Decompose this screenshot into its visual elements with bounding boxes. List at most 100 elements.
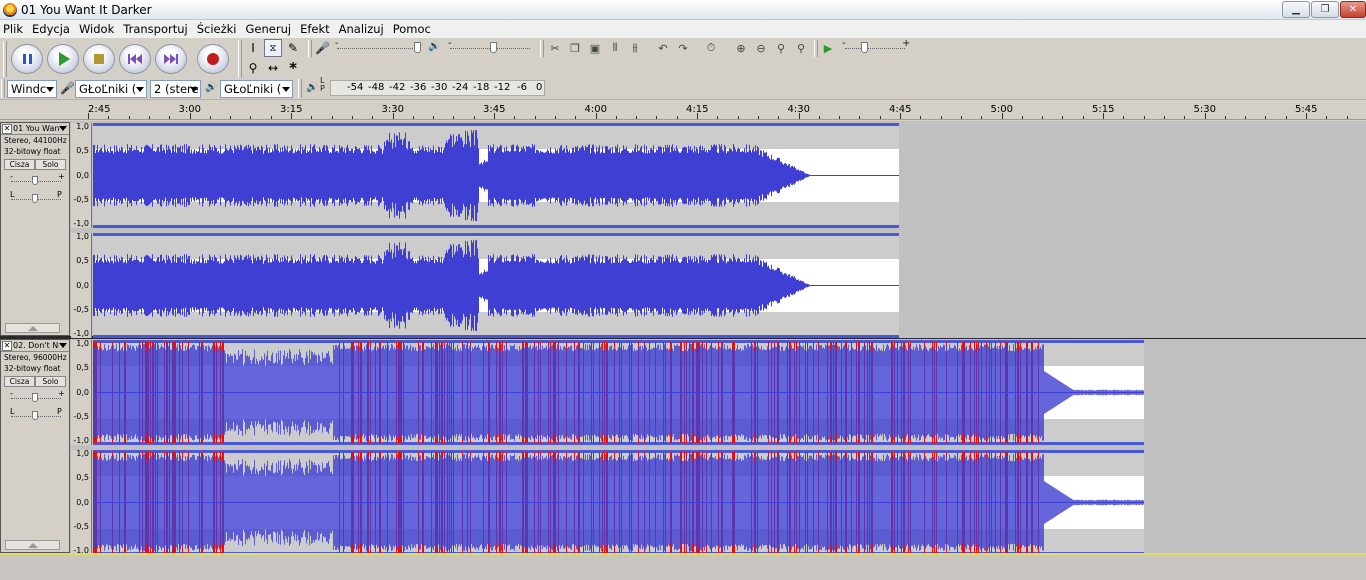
play-button[interactable]: [47, 44, 79, 74]
play-small-icon: ▶: [823, 41, 833, 55]
transport-toolbar-grip[interactable]: [3, 41, 7, 77]
playback-device-dropdown[interactable]: GŁoĽniki (: [220, 80, 293, 98]
mute-button[interactable]: Cisza: [4, 159, 35, 170]
fit-selection-button[interactable]: ⚲: [773, 40, 789, 56]
amplitude-label: -0,5: [73, 521, 89, 531]
speaker-icon: 🔊: [428, 41, 441, 52]
play-volume-slider[interactable]: [490, 42, 497, 53]
skip-to-start-button[interactable]: [119, 44, 151, 74]
pan-thumb[interactable]: [32, 411, 38, 420]
fit-project-button[interactable]: ⚲: [793, 40, 809, 56]
zoom-out-button[interactable]: ⊖: [753, 40, 769, 56]
zoom-in-button[interactable]: ⊕: [733, 40, 749, 56]
menu-analyze[interactable]: Analizuj: [339, 22, 389, 36]
gain-slider[interactable]: - +: [1, 172, 69, 190]
menu-generate[interactable]: Generuj: [246, 22, 297, 36]
multi-tool[interactable]: *: [284, 59, 302, 77]
close-track-icon[interactable]: ✕: [2, 123, 12, 134]
copy-button[interactable]: ❐: [567, 40, 583, 56]
sync-lock-button[interactable]: ⏱: [703, 40, 719, 56]
selection-tool[interactable]: I: [244, 39, 262, 57]
minimize-button[interactable]: ▁: [1282, 1, 1310, 18]
playback-meter[interactable]: -54 -48 -42 -36 -30 -24 -18 -12 -6 0: [330, 80, 545, 96]
track-bit-depth: 32-bitowy float: [4, 364, 61, 373]
play-at-speed-grip[interactable]: [814, 40, 818, 57]
amplitude-ruler[interactable]: 1,0 0,5 0,0 -0,5 -1,0: [71, 339, 92, 445]
paste-button[interactable]: ▣: [587, 40, 603, 56]
maximize-button[interactable]: ❐: [1311, 1, 1339, 18]
time-shift-tool[interactable]: ↔: [264, 59, 282, 77]
ruler-tick: [757, 116, 759, 119]
timeline-ruler[interactable]: 2:45 3:00 3:15 3:30 3:45 4:00 4:15 4:30 4:45 5:00…: [0, 100, 1366, 120]
device-toolbar-grip[interactable]: [1, 79, 5, 98]
edit-toolbar-grip[interactable]: [540, 40, 544, 57]
menu-edit[interactable]: Edycja: [32, 22, 75, 36]
silence-button[interactable]: ⫵: [627, 40, 643, 56]
zoom-tool[interactable]: ⚲: [244, 59, 262, 77]
pan-slider[interactable]: L P: [1, 190, 69, 208]
ruler-tick: [494, 113, 495, 119]
amplitude-ruler[interactable]: 1,0 0,5 0,0 -0,5 -1,0: [71, 449, 92, 555]
track-format: Stereo, 44100Hz: [4, 136, 67, 145]
envelope-tool[interactable]: ⧖: [264, 39, 282, 57]
draw-tool[interactable]: ✎: [284, 39, 302, 57]
undo-icon: ↶: [658, 41, 668, 55]
track-bit-depth: 32-bitowy float: [4, 147, 61, 156]
menu-help[interactable]: Pomoc: [393, 22, 436, 36]
gain-thumb[interactable]: [32, 393, 38, 402]
copy-icon: ❐: [570, 41, 580, 55]
stop-button[interactable]: [83, 44, 115, 74]
menu-view[interactable]: Widok: [79, 22, 119, 36]
menu-tracks[interactable]: Ścieżki: [197, 22, 242, 36]
waveform-channel[interactable]: [93, 233, 1366, 338]
solo-button[interactable]: Solo: [35, 159, 66, 170]
recording-device-dropdown[interactable]: GŁoĽniki (: [75, 80, 147, 98]
cut-button[interactable]: ✂: [547, 40, 563, 56]
waveform-channel[interactable]: [93, 123, 1366, 228]
skip-to-end-button[interactable]: [155, 44, 187, 74]
track-name-menu[interactable]: 02. Don't Ne: [13, 341, 59, 350]
ruler-tick: [1001, 113, 1003, 119]
menu-transport[interactable]: Transportuj: [123, 22, 192, 36]
amplitude-label: -1,0: [73, 436, 89, 445]
chevron-down-icon[interactable]: [59, 343, 67, 348]
play-at-speed-button[interactable]: ▶: [820, 40, 836, 56]
mute-button[interactable]: Cisza: [4, 376, 35, 387]
pan-right-label: P: [57, 190, 62, 199]
tools-toolbar-grip[interactable]: [238, 40, 242, 78]
redo-button[interactable]: ↷: [675, 40, 691, 56]
waveform: [93, 239, 899, 332]
gain-slider[interactable]: - +: [1, 389, 69, 407]
audio-host-dropdown[interactable]: Windc: [7, 80, 57, 98]
meter-tick: -54: [347, 82, 364, 93]
record-volume-slider[interactable]: [414, 42, 421, 53]
waveform-channel[interactable]: [93, 340, 1366, 445]
meter-toolbar-grip[interactable]: [298, 79, 302, 98]
trim-button[interactable]: ⫴: [607, 40, 623, 56]
i-beam-icon: I: [251, 41, 255, 55]
track-name-menu[interactable]: 01 You Wan: [13, 124, 59, 133]
solo-button[interactable]: Solo: [35, 376, 66, 387]
pan-slider[interactable]: L P: [1, 407, 69, 425]
collapse-track-button[interactable]: [5, 540, 60, 550]
ruler-tick: [859, 116, 861, 119]
amplitude-ruler[interactable]: 1,0 0,5 0,0 -0,5 -1,0: [71, 232, 92, 338]
record-button[interactable]: [197, 44, 229, 74]
amplitude-label: 0,5: [76, 256, 89, 266]
pause-button[interactable]: [11, 44, 43, 74]
waveform-channel[interactable]: [93, 450, 1366, 555]
gain-thumb[interactable]: [32, 176, 38, 185]
close-track-icon[interactable]: ✕: [2, 340, 12, 351]
speed-slider[interactable]: [861, 42, 868, 53]
collapse-track-button[interactable]: [5, 323, 60, 333]
menu-effect[interactable]: Efekt: [300, 22, 335, 36]
amplitude-ruler[interactable]: 1,0 0,5 0,0 -0,5 -1,0: [71, 122, 92, 228]
chevron-down-icon[interactable]: [59, 126, 67, 131]
close-button[interactable]: ✕: [1340, 1, 1366, 18]
undo-button[interactable]: ↶: [655, 40, 671, 56]
menu-file[interactable]: Plik: [3, 22, 28, 36]
channels-dropdown[interactable]: 2 (stere: [150, 80, 201, 98]
ruler-tick: [392, 113, 394, 119]
mixer-toolbar-grip[interactable]: [308, 40, 312, 57]
pan-thumb[interactable]: [32, 194, 38, 203]
